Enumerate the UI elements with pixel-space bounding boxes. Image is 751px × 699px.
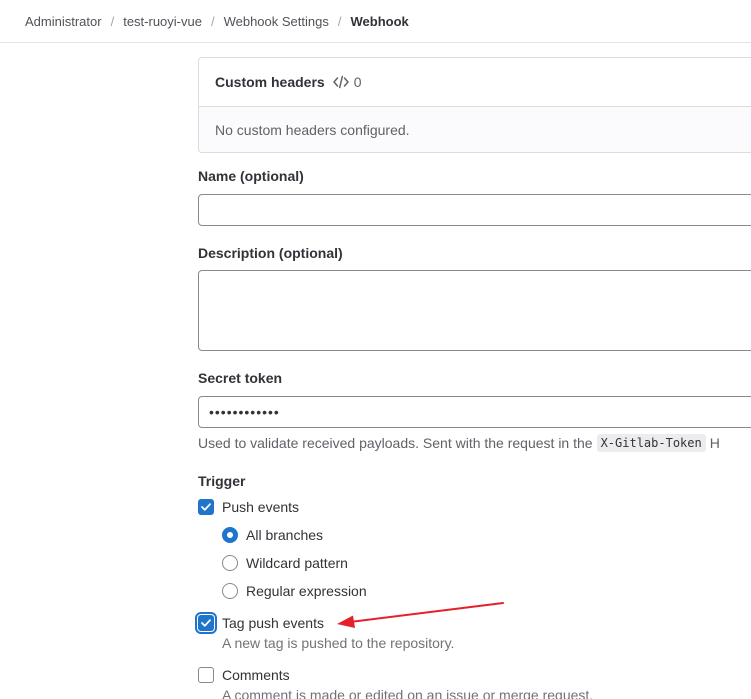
check-icon	[201, 619, 211, 627]
push-events-label: Push events	[222, 499, 300, 515]
radio-dot	[227, 532, 233, 538]
custom-headers-empty: No custom headers configured.	[199, 107, 751, 152]
breadcrumb-item-administrator[interactable]: Administrator	[25, 14, 102, 29]
secret-token-help-text: Used to validate received payloads. Sent…	[198, 435, 593, 451]
breadcrumb-item-webhook: Webhook	[350, 13, 409, 29]
breadcrumb-item-project[interactable]: test-ruoyi-vue	[123, 14, 202, 29]
breadcrumb-separator: /	[110, 13, 115, 29]
secret-token-help: Used to validate received payloads. Sent…	[198, 434, 720, 452]
check-icon	[201, 503, 211, 511]
wildcard-pattern-label: Wildcard pattern	[246, 555, 348, 571]
tag-push-events-checkbox[interactable]	[198, 615, 214, 631]
custom-headers-header: Custom headers 0	[199, 58, 751, 107]
breadcrumb: Administrator / test-ruoyi-vue / Webhook…	[0, 0, 751, 43]
custom-headers-count: 0	[353, 74, 362, 90]
branch-option-wildcard[interactable]: Wildcard pattern	[222, 555, 348, 571]
name-label: Name (optional)	[198, 168, 304, 184]
secret-token-input[interactable]: ••••••••••••	[198, 396, 751, 428]
comments-checkbox[interactable]	[198, 667, 214, 683]
all-branches-radio[interactable]	[222, 527, 238, 543]
all-branches-label: All branches	[246, 527, 324, 543]
breadcrumb-item-webhook-settings[interactable]: Webhook Settings	[224, 14, 329, 29]
regular-expression-radio[interactable]	[222, 583, 238, 599]
description-label: Description (optional)	[198, 245, 343, 261]
push-events-checkbox[interactable]	[198, 499, 214, 515]
secret-token-label: Secret token	[198, 370, 283, 386]
comments-description: A comment is made or edited on an issue …	[222, 687, 594, 699]
name-input[interactable]	[198, 194, 751, 226]
breadcrumb-separator: /	[210, 13, 215, 29]
breadcrumb-separator: /	[337, 13, 342, 29]
tag-push-events-description: A new tag is pushed to the repository.	[222, 635, 455, 651]
branch-option-regex[interactable]: Regular expression	[222, 583, 367, 599]
tag-push-events-option[interactable]: Tag push events	[198, 615, 324, 631]
description-textarea[interactable]	[198, 270, 751, 351]
trigger-label: Trigger	[198, 473, 246, 489]
secret-token-help-suffix: H	[709, 435, 720, 451]
comments-label: Comments	[222, 667, 290, 683]
regular-expression-label: Regular expression	[246, 583, 367, 599]
tag-push-events-label: Tag push events	[222, 615, 324, 631]
custom-headers-title: Custom headers	[215, 74, 325, 90]
comments-option[interactable]: Comments	[198, 667, 290, 683]
code-icon	[332, 75, 349, 89]
push-events-option[interactable]: Push events	[198, 499, 299, 515]
custom-headers-card: Custom headers 0 No custom headers confi…	[198, 57, 751, 153]
wildcard-pattern-radio[interactable]	[222, 555, 238, 571]
branch-option-all[interactable]: All branches	[222, 527, 323, 543]
secret-token-header-code: X-Gitlab-Token	[596, 434, 706, 452]
